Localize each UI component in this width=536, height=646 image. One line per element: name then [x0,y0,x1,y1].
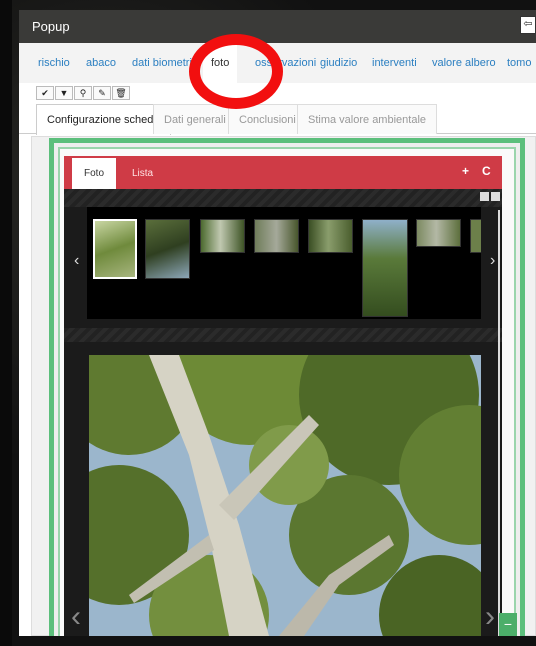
thumbnail[interactable] [470,219,481,253]
scrollbar[interactable] [498,210,500,636]
check-icon[interactable]: ✔ [36,86,54,100]
stripe-mid [64,328,502,342]
toolbar: ✔ ▼ ⚲ ✎ 🗑 [36,86,131,100]
popup-window: Popup ⇦ rischio abaco dati biometrici fo… [19,10,536,636]
photo-panel-header: Foto Lista + C [64,156,502,189]
popup-title: Popup [32,19,70,34]
thumbnail[interactable] [362,219,408,317]
filter-icon[interactable]: ▼ [55,86,73,100]
view-toggle[interactable] [478,192,500,201]
thumbnail[interactable] [308,219,353,253]
nav-item-tomo[interactable]: tomo [507,43,531,83]
photo-next-icon[interactable]: › [485,600,495,634]
tree-photo [89,355,481,636]
nav-item-interventi[interactable]: interventi [372,43,417,83]
tab-stima-valore-ambientale[interactable]: Stima valore ambientale [297,104,438,134]
thumb-next-icon[interactable]: › [490,252,495,270]
highlight-circle [189,34,283,109]
nav-item-rischio[interactable]: rischio [38,43,70,83]
thumbnail[interactable] [145,219,190,279]
exit-icon[interactable]: ⇦ [520,16,536,34]
photo-prev-icon[interactable]: ‹ [71,600,81,634]
trash-icon[interactable]: 🗑 [112,86,130,100]
tab-dati-generali[interactable]: Dati generali [153,104,237,134]
thumbnail-strip [87,207,481,319]
main-photo [89,355,481,636]
nav-item-valore-albero[interactable]: valore albero [432,43,496,83]
section-tabs: Configurazione scheda Dati generali Conc… [19,100,536,135]
popup-titlebar: Popup ⇦ [19,10,536,43]
tab-lista[interactable]: Lista [120,158,165,189]
nav-item-abaco[interactable]: abaco [86,43,116,83]
tab-configurazione-scheda[interactable]: Configurazione scheda [36,104,171,135]
single-view-icon[interactable] [491,192,500,201]
refresh-icon[interactable]: C [482,164,491,178]
tab-foto[interactable]: Foto [72,158,117,189]
thumbnail[interactable] [200,219,245,253]
add-icon[interactable]: + [462,164,469,178]
grid-view-icon[interactable] [480,192,489,201]
nav-item-giudizio[interactable]: giudizio [320,43,357,83]
collapse-button[interactable]: − [499,613,517,636]
thumbnail[interactable] [416,219,461,247]
stripe-top [64,189,502,207]
edit-icon[interactable]: ✎ [93,86,111,100]
thumbnail[interactable] [93,219,137,279]
thumb-prev-icon[interactable]: ‹ [74,252,79,270]
thumbnail[interactable] [254,219,299,253]
zoom-icon[interactable]: ⚲ [74,86,92,100]
